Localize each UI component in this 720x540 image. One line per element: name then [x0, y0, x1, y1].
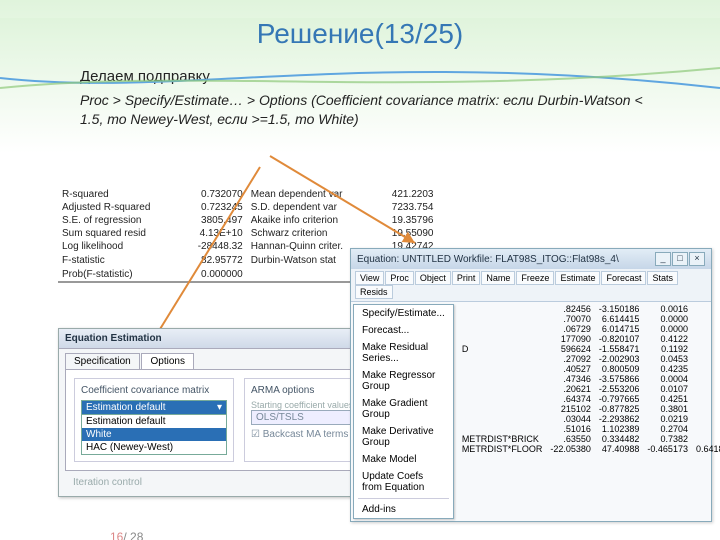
toolbar-button[interactable]: Print [452, 271, 481, 285]
tab-options[interactable]: Options [141, 353, 193, 369]
toolbar-button[interactable]: Freeze [516, 271, 554, 285]
cov-matrix-group: Coefficient covariance matrix Estimation… [74, 378, 234, 462]
menu-item[interactable]: Update Coefs from Equation [354, 468, 453, 496]
chevron-down-icon: ▾ [217, 402, 222, 413]
dropdown-option[interactable]: White [82, 428, 226, 441]
equation-window: Equation: UNTITLED Workfile: FLAT98S_ITO… [350, 248, 712, 522]
menu-item[interactable]: Forecast... [354, 322, 453, 339]
dropdown-option[interactable]: Estimation default [82, 415, 226, 428]
menu-item[interactable]: Make Regressor Group [354, 367, 453, 395]
menu-item[interactable]: Add-ins [354, 501, 453, 518]
toolbar-button[interactable]: Proc [385, 271, 414, 285]
dropdown-option[interactable]: HAC (Newey-West) [82, 441, 226, 454]
menu-item[interactable]: Make Derivative Group [354, 423, 453, 451]
cov-matrix-label: Coefficient covariance matrix [81, 385, 227, 396]
tab-specification[interactable]: Specification [65, 353, 140, 369]
cov-matrix-dropdown[interactable]: Estimation default▾ Estimation defaultWh… [81, 400, 227, 455]
instruction-text: Proc > Specify/Estimate… > Options (Coef… [80, 91, 660, 129]
proc-menu: Specify/Estimate...Forecast...Make Resid… [353, 304, 454, 519]
page-number: 16/ 28 [110, 530, 143, 540]
dialog-title: Equation Estimation [65, 333, 162, 344]
toolbar-button[interactable]: Forecast [601, 271, 646, 285]
toolbar-button[interactable]: Estimate [555, 271, 600, 285]
minimize-icon[interactable]: _ [655, 252, 671, 266]
coefficient-table: .82456-3.1501860.0016.700706.6144150.000… [456, 302, 720, 521]
toolbar-button[interactable]: Stats [647, 271, 678, 285]
page-title: Решение(13/25) [0, 18, 720, 50]
subtitle: Делаем подправку [80, 68, 720, 85]
menu-item[interactable]: Make Gradient Group [354, 395, 453, 423]
toolbar-button[interactable]: Object [415, 271, 451, 285]
toolbar: ViewProcObjectPrintNameFreezeEstimateFor… [351, 269, 711, 302]
toolbar-button[interactable]: Resids [355, 285, 393, 299]
menu-item[interactable]: Make Residual Series... [354, 339, 453, 367]
window-title: Equation: UNTITLED Workfile: FLAT98S_ITO… [357, 254, 619, 265]
close-icon[interactable]: × [689, 252, 705, 266]
menu-item[interactable]: Make Model [354, 451, 453, 468]
toolbar-button[interactable]: Name [481, 271, 515, 285]
toolbar-button[interactable]: View [355, 271, 384, 285]
maximize-icon[interactable]: □ [672, 252, 688, 266]
menu-item[interactable]: Specify/Estimate... [354, 305, 453, 322]
